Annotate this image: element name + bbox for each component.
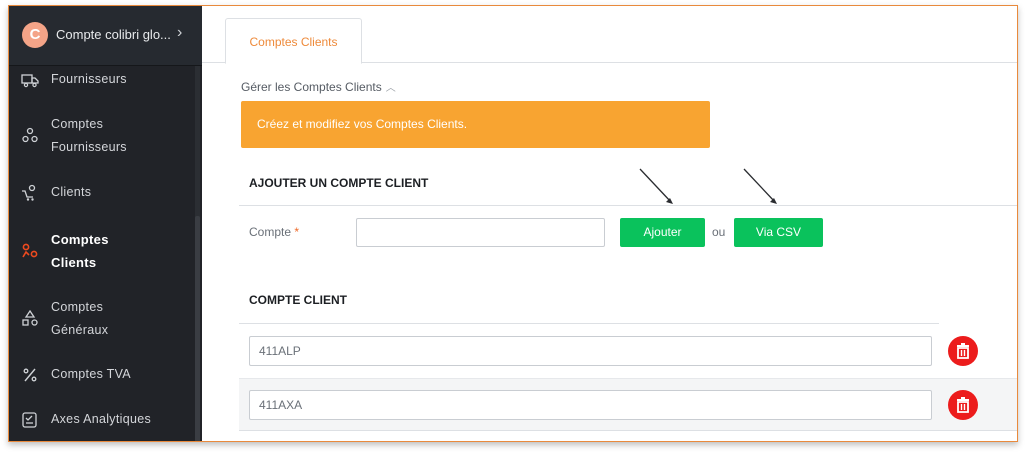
- avatar: C: [22, 22, 48, 48]
- sidebar-item-label-line2: Clients: [51, 255, 97, 270]
- supplier-accounts-icon: [22, 127, 38, 143]
- annotation-arrow-icon: [639, 168, 673, 204]
- client-accounts-icon: [22, 243, 38, 258]
- client-accounts-heading: COMPTE CLIENT: [249, 293, 347, 307]
- account-row-input[interactable]: 411ALP: [249, 336, 932, 366]
- sidebar-item-label: Comptes TVA: [51, 367, 131, 381]
- account-field-label: Compte *: [249, 225, 299, 239]
- required-marker: *: [294, 225, 300, 239]
- chevron-right-icon: ›: [177, 24, 183, 41]
- csv-import-button[interactable]: Via CSV: [734, 218, 823, 247]
- sidebar-item-axes-analytiques[interactable]: Axes Analytiques: [9, 408, 195, 432]
- general-accounts-icon: [22, 310, 38, 326]
- chevron-up-icon: ︿: [385, 83, 396, 94]
- trash-icon: [957, 343, 969, 359]
- info-banner: Créez et modifiez vos Comptes Clients.: [241, 101, 710, 148]
- sidebar-item-comptes-clients[interactable]: Comptes Clients: [9, 228, 195, 274]
- account-title: Compte colibri glo...: [56, 27, 171, 42]
- sidebar-item-label: Comptes: [51, 232, 109, 247]
- add-button[interactable]: Ajouter: [620, 218, 705, 247]
- clients-icon: [22, 184, 36, 201]
- table-row: 411AXA: [239, 378, 1017, 430]
- sidebar-item-label: Comptes: [51, 300, 104, 314]
- sidebar-item-comptes-fournisseurs[interactable]: Comptes Fournisseurs: [9, 113, 195, 159]
- divider: [239, 430, 1017, 431]
- or-separator: ou: [712, 225, 726, 239]
- account-row-input[interactable]: 411AXA: [249, 390, 932, 420]
- annotation-arrow-icon: [743, 168, 777, 204]
- sidebar-item-label: Fournisseurs: [51, 72, 127, 86]
- account-label-text: Compte: [249, 225, 292, 239]
- divider: [239, 323, 939, 324]
- section-toggle[interactable]: Gérer les Comptes Clients ︿: [241, 79, 396, 94]
- sidebar-item-label-line2: Généraux: [51, 323, 109, 337]
- truck-icon: [21, 74, 39, 88]
- sidebar-scrollbar-thumb[interactable]: [195, 216, 200, 441]
- sidebar-item-label: Comptes: [51, 117, 104, 131]
- delete-button[interactable]: [948, 336, 978, 366]
- trash-icon: [957, 397, 969, 413]
- table-row: 411ALP: [239, 325, 1017, 377]
- checklist-icon: [22, 412, 37, 428]
- sidebar-item-comptes-tva[interactable]: Comptes TVA: [9, 363, 195, 387]
- main-content: Comptes Clients Gérer les Comptes Client…: [202, 6, 1017, 441]
- section-toggle-label: Gérer les Comptes Clients: [241, 80, 382, 94]
- sidebar-item-comptes-generaux[interactable]: Comptes Généraux: [9, 296, 195, 342]
- tab-comptes-clients[interactable]: Comptes Clients: [225, 18, 362, 64]
- percent-icon: [23, 368, 37, 382]
- sidebar-item-label: Clients: [51, 185, 92, 199]
- account-input[interactable]: [356, 218, 605, 247]
- account-switcher[interactable]: C Compte colibri glo... ›: [9, 6, 202, 66]
- divider: [239, 205, 1017, 206]
- sidebar-item-label-line2: Fournisseurs: [51, 140, 127, 154]
- sidebar-item-clients[interactable]: Clients: [9, 181, 195, 205]
- app-window: C Compte colibri glo... › Fournisseurs C…: [8, 5, 1018, 442]
- tab-bar: Comptes Clients: [202, 6, 1017, 64]
- delete-button[interactable]: [948, 390, 978, 420]
- sidebar-item-label: Axes Analytiques: [51, 412, 151, 426]
- sidebar: C Compte colibri glo... › Fournisseurs C…: [9, 6, 202, 441]
- sidebar-item-fournisseurs[interactable]: Fournisseurs: [9, 68, 195, 92]
- add-account-heading: AJOUTER UN COMPTE CLIENT: [249, 176, 429, 190]
